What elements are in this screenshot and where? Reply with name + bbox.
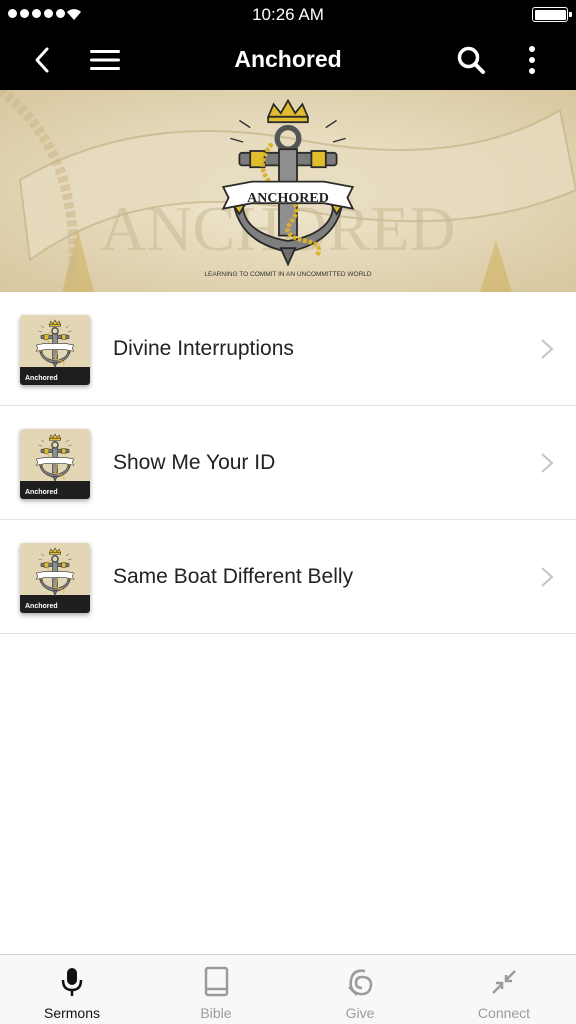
status-bar: 10:26 AM [0, 0, 576, 30]
list-item[interactable]: Anchored Same Boat Different Belly [0, 520, 576, 634]
chevron-right-icon [541, 453, 554, 473]
connect-icon [492, 970, 516, 994]
thumbnail-label: Anchored [25, 375, 58, 382]
battery-icon [532, 7, 572, 22]
tab-bar: Sermons Bible Give Connect [0, 954, 576, 1024]
more-vertical-icon [529, 46, 535, 74]
sermon-title: Divine Interruptions [113, 337, 294, 360]
hamburger-menu-icon [90, 50, 120, 70]
thumbnail-label: Anchored [25, 603, 58, 610]
sermon-list: Anchored Divine Interruptions Anchored S… [0, 292, 576, 634]
tab-label: Bible [200, 1005, 232, 1021]
tab-label: Sermons [43, 1005, 101, 1021]
give-icon [348, 969, 373, 996]
tab-bible[interactable]: Bible [144, 955, 288, 1024]
series-banner: ANCHORED ANCHORED LEARNING TO COMMIT IN … [0, 90, 576, 292]
tab-connect[interactable]: Connect [432, 955, 576, 1024]
tab-label: Give [345, 1005, 375, 1021]
tab-sermons[interactable]: Sermons [0, 955, 144, 1024]
chevron-right-icon [541, 567, 554, 587]
thumbnail-label: Anchored [25, 489, 58, 496]
app-screen: 10:26 AM Anchored ANCHORED ANCHORED LEAR… [0, 0, 576, 1024]
microphone-icon [61, 968, 83, 996]
list-item[interactable]: Anchored Divine Interruptions [0, 292, 576, 406]
sermon-thumbnail: Anchored [20, 543, 90, 613]
list-item[interactable]: Anchored Show Me Your ID [0, 406, 576, 520]
book-icon [204, 966, 229, 997]
sermon-thumbnail: Anchored [20, 429, 90, 499]
search-icon [457, 46, 485, 74]
navigation-bar: Anchored [0, 30, 576, 90]
tab-label: Connect [477, 1005, 531, 1021]
back-icon [35, 47, 49, 73]
banner-badge-title: ANCHORED [247, 191, 329, 206]
chevron-right-icon [541, 339, 554, 359]
back-button[interactable] [24, 30, 60, 90]
banner-tagline: LEARNING TO COMMIT IN AN UNCOMMITTED WOR… [204, 271, 372, 278]
search-button[interactable] [452, 30, 490, 90]
tab-give[interactable]: Give [288, 955, 432, 1024]
menu-button[interactable] [86, 30, 124, 90]
sermon-thumbnail: Anchored [20, 315, 90, 385]
sermon-title: Show Me Your ID [113, 451, 276, 474]
series-banner-artwork: ANCHORED ANCHORED LEARNING TO COMMIT IN … [0, 90, 576, 292]
more-options-button[interactable] [516, 30, 548, 90]
sermon-title: Same Boat Different Belly [113, 565, 354, 588]
status-time: 10:26 AM [252, 5, 324, 24]
